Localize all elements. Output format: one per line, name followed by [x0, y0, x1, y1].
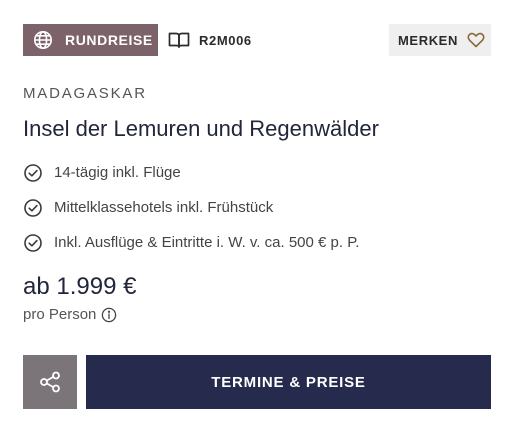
trip-code-label: R2M006: [199, 32, 252, 48]
feature-text: Mittelklassehotels inkl. Frühstück: [54, 199, 274, 216]
feature-list: 14-tägig inkl. Flüge Mittelklassehotels …: [23, 155, 359, 260]
feature-text: 14-tägig inkl. Flüge: [54, 164, 181, 181]
check-circle-icon: [23, 198, 43, 218]
feature-text: Inkl. Ausflüge & Eintritte i. W. v. ca. …: [54, 234, 360, 251]
card-header: RUNDREISE R2M006 MERKEN: [23, 24, 491, 56]
share-button[interactable]: [23, 355, 77, 409]
check-circle-icon: [23, 163, 43, 183]
feature-item: Mittelklassehotels inkl. Frühstück: [23, 190, 359, 225]
bookmark-label: MERKEN: [398, 32, 458, 48]
check-circle-icon: [23, 233, 43, 253]
info-icon[interactable]: [101, 307, 117, 323]
trip-type-label: RUNDREISE: [65, 32, 153, 48]
price-unit: pro Person: [23, 306, 117, 323]
share-icon: [38, 370, 62, 394]
bookmark-button[interactable]: MERKEN: [389, 24, 491, 56]
book-icon: [168, 31, 190, 49]
trip-title: Insel der Lemuren und Regenwälder: [23, 116, 379, 141]
trip-country: MADAGASKAR: [23, 85, 147, 102]
feature-item: 14-tägig inkl. Flüge: [23, 155, 359, 190]
trip-type-badge: RUNDREISE: [23, 24, 158, 56]
heart-icon: [467, 32, 485, 48]
dates-and-prices-button[interactable]: TERMINE & PREISE: [86, 355, 491, 409]
price: ab 1.999 €: [23, 273, 137, 300]
feature-item: Inkl. Ausflüge & Eintritte i. W. v. ca. …: [23, 225, 359, 260]
globe-icon: [33, 30, 53, 50]
trip-code: R2M006: [168, 24, 252, 56]
price-unit-label: pro Person: [23, 306, 97, 323]
